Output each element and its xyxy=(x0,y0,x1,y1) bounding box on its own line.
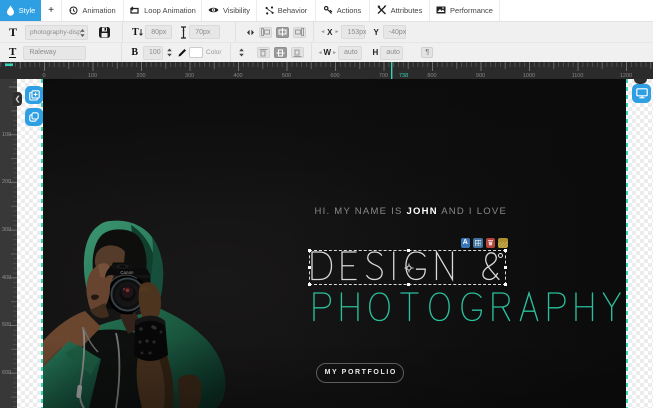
svg-text:400: 400 xyxy=(2,275,11,281)
svg-text:200: 200 xyxy=(2,179,11,185)
svg-text:100: 100 xyxy=(2,132,11,138)
svg-text:600: 600 xyxy=(2,370,11,376)
svg-text:500: 500 xyxy=(2,322,11,328)
svg-text:Canon: Canon xyxy=(120,270,134,275)
svg-text:300: 300 xyxy=(2,227,11,233)
